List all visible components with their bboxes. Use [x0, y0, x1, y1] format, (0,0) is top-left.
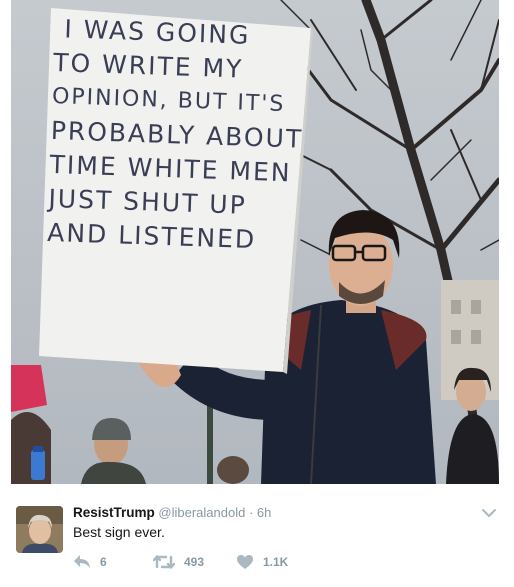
- display-name[interactable]: ResistTrump: [73, 505, 155, 520]
- tweet-footer: ResistTrump @liberalandold · 6h Best sig…: [0, 484, 514, 587]
- tweet-text: Best sign ever.: [73, 524, 165, 540]
- avatar-image: [16, 506, 63, 553]
- pink-hat: [11, 365, 47, 412]
- user-handle[interactable]: @liberalandold: [158, 505, 245, 520]
- tweet-actions: 6 493 1.1K: [73, 552, 373, 572]
- retweet-count: 493: [184, 555, 205, 569]
- reply-count: 6: [100, 555, 107, 569]
- tweet-header: ResistTrump @liberalandold · 6h: [73, 505, 271, 520]
- chevron-down-icon: [482, 509, 496, 517]
- sign-handwriting: I WAS GOING TO WRITE MY OPINION, BUT IT'…: [47, 12, 305, 259]
- retweet-button[interactable]: 493: [153, 552, 204, 572]
- more-options-button[interactable]: [480, 504, 498, 522]
- heart-icon: [237, 555, 253, 569]
- retweet-icon: [153, 555, 175, 569]
- like-button[interactable]: 1.1K: [236, 552, 288, 572]
- reply-button[interactable]: 6: [73, 552, 107, 572]
- avatar[interactable]: [16, 506, 63, 553]
- reply-icon: [74, 555, 90, 568]
- separator: ·: [248, 505, 254, 520]
- tweet-photo[interactable]: I WAS GOING TO WRITE MY OPINION, BUT IT'…: [11, 0, 499, 484]
- tweet-timestamp[interactable]: 6h: [257, 505, 271, 520]
- like-count: 1.1K: [263, 555, 289, 569]
